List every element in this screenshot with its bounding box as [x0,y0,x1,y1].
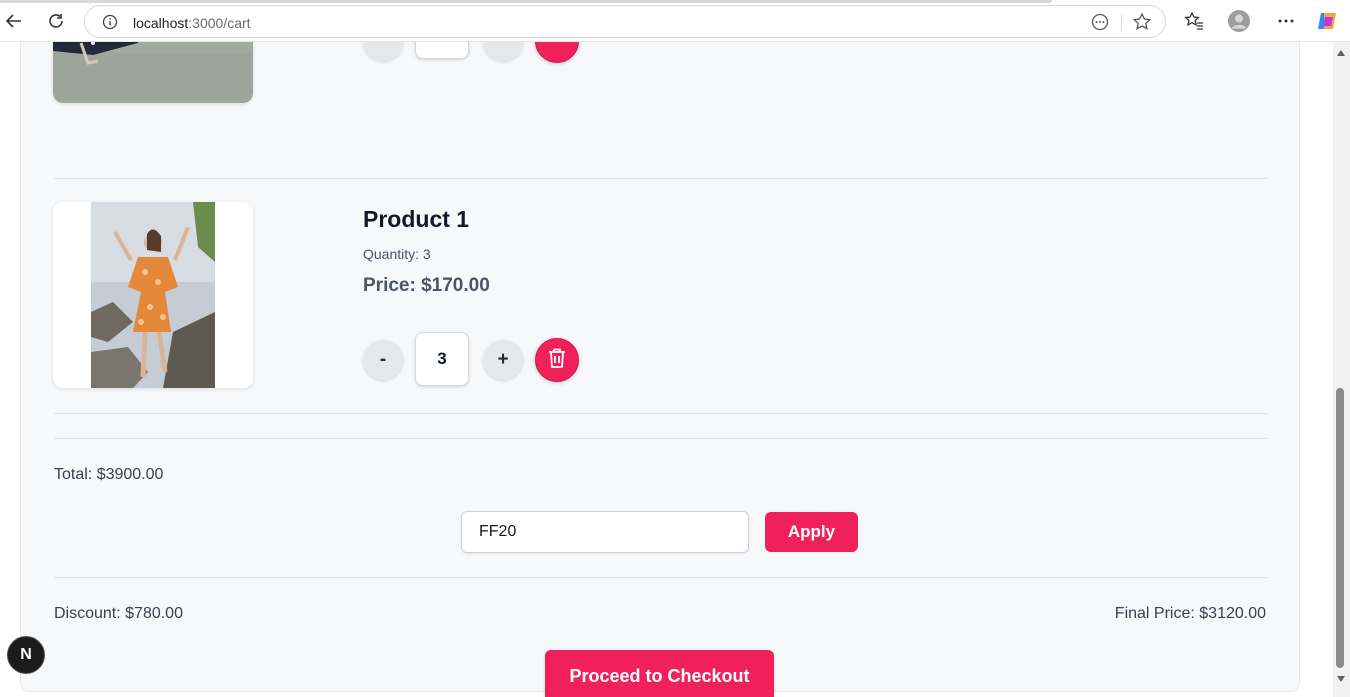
apply-coupon-button[interactable]: Apply [765,512,858,552]
page-viewport: Product 1 Quantity: 3 Price: $170.00 - 3… [0,42,1333,697]
delete-item-button[interactable] [535,338,579,382]
browser-toolbar: localhost:3000/cart [0,0,1350,42]
decrement-button[interactable]: - [363,340,403,380]
url-text[interactable]: localhost:3000/cart [133,15,251,31]
product-quantity-text: Quantity: 3 [363,246,431,262]
item-divider [54,178,1268,179]
url-host: localhost [133,15,189,31]
total-text: Total: $3900.00 [54,466,164,483]
favorite-star-icon[interactable] [1132,12,1152,32]
previous-quantity-box[interactable] [415,42,469,59]
url-path: :3000/cart [188,15,251,31]
scroll-down-arrow-icon[interactable] [1337,676,1345,682]
summary-divider [54,438,1268,439]
product-price: Price: $170.00 [363,275,490,296]
address-bar[interactable]: localhost:3000/cart [84,5,1166,38]
favorites-icon[interactable] [1183,10,1205,32]
final-price-text: Final Price: $3120.00 [1114,605,1266,622]
more-menu-icon[interactable] [1275,10,1297,32]
copilot-icon[interactable] [1316,10,1338,32]
scroll-up-arrow-icon[interactable] [1337,50,1345,56]
previous-product-image [53,42,253,103]
profile-icon[interactable] [1228,10,1250,32]
checkout-button[interactable]: Proceed to Checkout [545,650,774,697]
increment-button[interactable]: + [483,340,523,380]
coupon-input[interactable]: FF20 [461,511,749,553]
quantity-input[interactable]: 3 [415,332,469,386]
tab-strip-edge [0,0,1052,3]
back-icon[interactable] [2,9,26,33]
previous-increment-button[interactable] [483,42,523,61]
site-info-icon[interactable] [102,14,118,30]
nextjs-dev-badge[interactable]: N [7,636,45,674]
scroll-thumb[interactable] [1336,388,1344,668]
trash-icon [547,347,567,374]
discount-text: Discount: $780.00 [54,605,183,622]
address-bar-separator [1121,14,1122,31]
cart-container: Product 1 Quantity: 3 Price: $170.00 - 3… [20,42,1300,697]
previous-decrement-button[interactable] [363,42,403,61]
page-scrollbar[interactable] [1333,42,1350,697]
previous-delete-button[interactable] [535,42,579,63]
product-name: Product 1 [363,206,470,232]
reload-icon[interactable] [44,9,68,33]
product-image [53,202,253,388]
item-divider [54,413,1268,414]
reader-mode-icon[interactable] [1091,13,1109,31]
summary-divider [54,577,1268,578]
